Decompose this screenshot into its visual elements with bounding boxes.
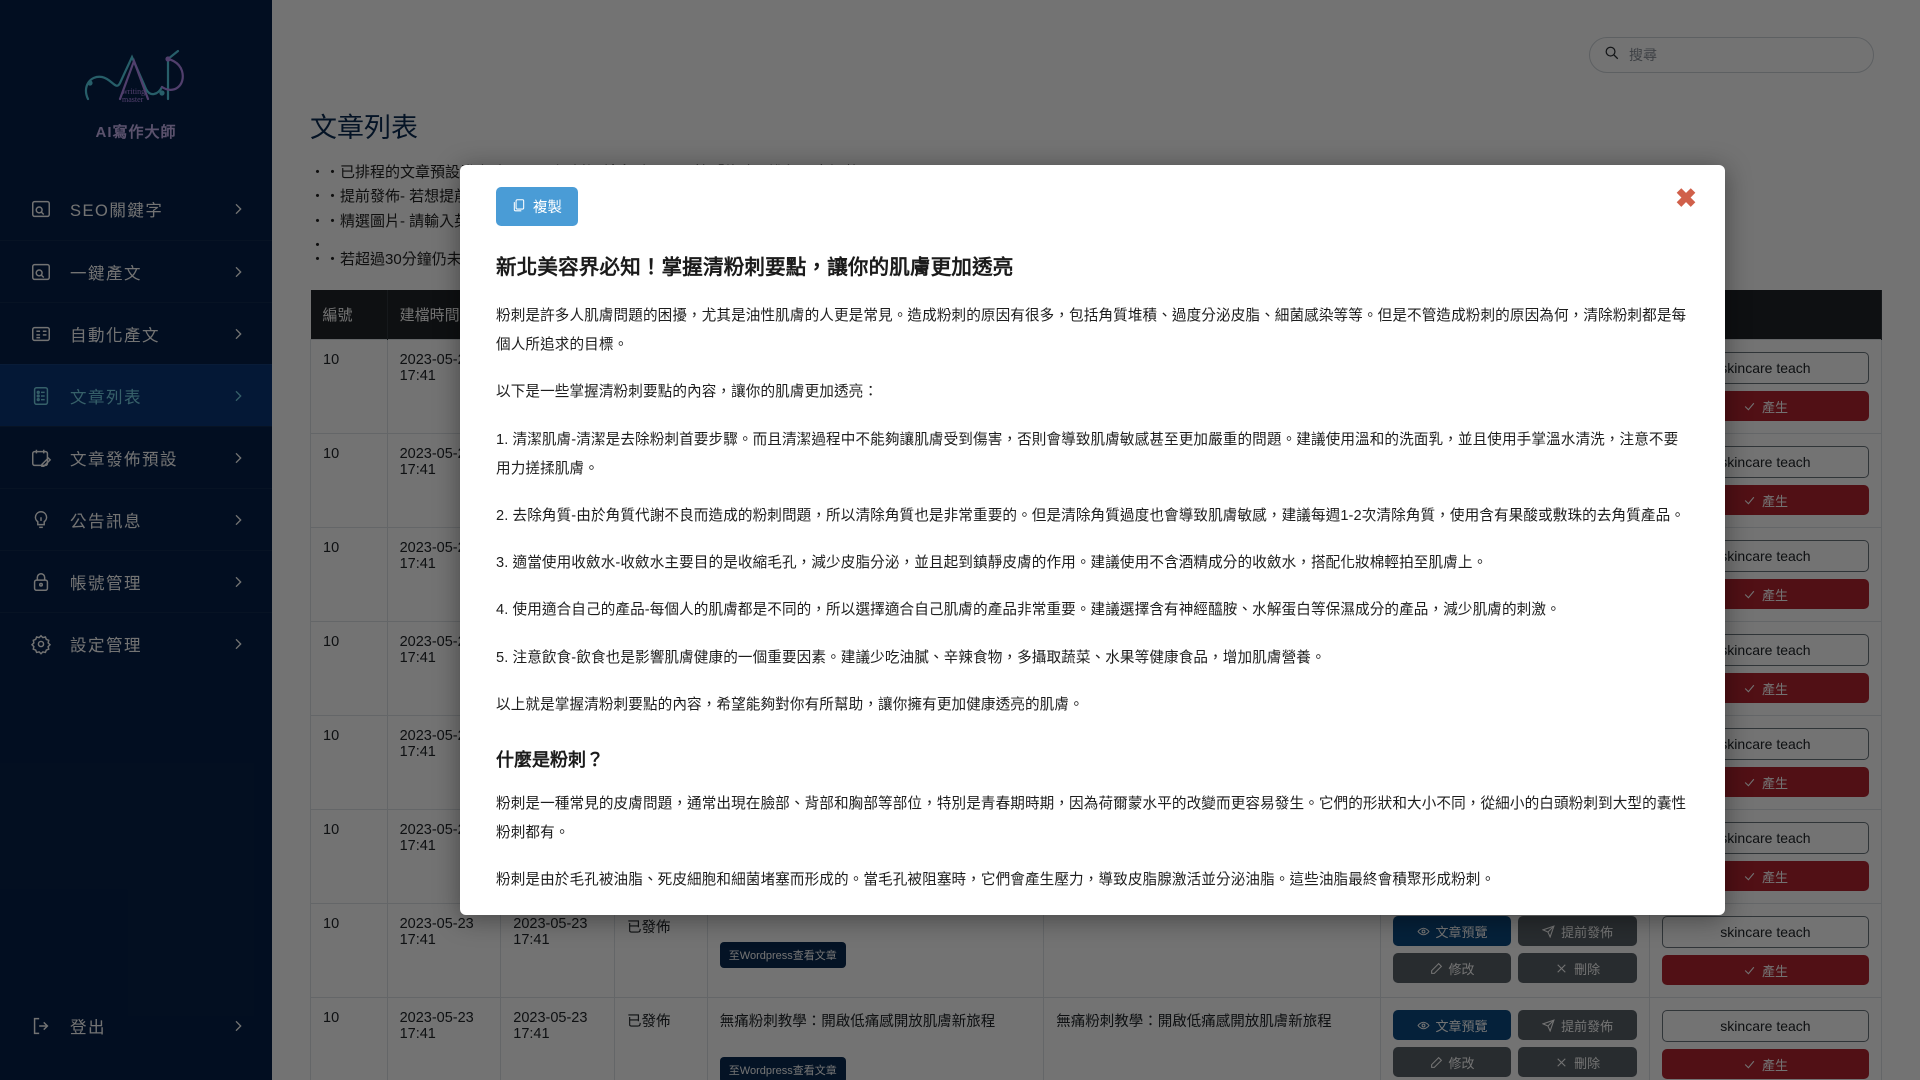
article-paragraph: 粉刺是許多人肌膚問題的困擾，尤其是油性肌膚的人更是常見。造成粉刺的原因有很多，包… [496,308,1687,354]
article-paragraph: 3. 適當使用收斂水-收斂水主要目的是收縮毛孔，減少皮脂分泌，並且起到鎮靜皮膚的… [496,555,1488,572]
article-heading: 什麼是粉刺？ [496,749,604,770]
article-paragraph: 粉刺是一種常見的皮膚問題，通常出現在臉部、背部和胸部等部位，特別是青春期時期，因… [496,795,1687,842]
copy-button-label: 複製 [533,200,562,216]
article-paragraph: 1. 清潔肌膚-清潔是去除粉刺首要步驟。而且清潔過程中不能夠讓肌膚受到傷害，否則… [496,431,1679,477]
app-root: 文章列表 ・已排程的文章預設發表時間：兩小時後 (這段時間內可按「修改」進行內容… [0,0,1920,1080]
modal-body: 複製 新北美容界必知！掌握清粉刺要點，讓你的肌膚更加透亮 粉刺是許多人肌膚問題的… [460,165,1725,915]
article-preview-modal: ✖ 複製 新北美容界必知！掌握清粉刺要點，讓你的肌膚更加透亮 粉刺是許多人肌膚問… [460,165,1725,915]
article-paragraph: 以下是一些掌握清粉刺要點的內容，讓你的肌膚更加透亮： [496,384,879,401]
article-paragraph: 5. 注意飲食-飲食也是影響肌膚健康的一個重要因素。建議少吃油膩、辛辣食物，多攝… [496,649,1326,666]
article-paragraph: 2. 去除角質-由於角質代謝不良而造成的粉刺問題，所以清除角質也是非常重要的。但… [496,507,1685,524]
close-icon[interactable]: ✖ [1669,181,1703,215]
article-paragraph: 粉刺是由於毛孔被油脂、死皮細胞和細菌堵塞而形成的。當毛孔被阻塞時，它們會產生壓力… [496,872,1496,889]
article-title: 新北美容界必知！掌握清粉刺要點，讓你的肌膚更加透亮 [496,256,1014,279]
copy-icon [512,198,526,216]
article-paragraph: 以上就是掌握清粉刺要點的內容，希望能夠對你有所幫助，讓你擁有更加健康透亮的肌膚。 [496,696,1084,713]
copy-button[interactable]: 複製 [496,187,578,226]
article-paragraph: 4. 使用適合自己的產品-每個人的肌膚都是不同的，所以選擇適合自己肌膚的產品非常… [496,602,1561,619]
article-content: 粉刺是許多人肌膚問題的困擾，尤其是油性肌膚的人更是常見。造成粉刺的原因有很多，包… [496,302,1689,895]
